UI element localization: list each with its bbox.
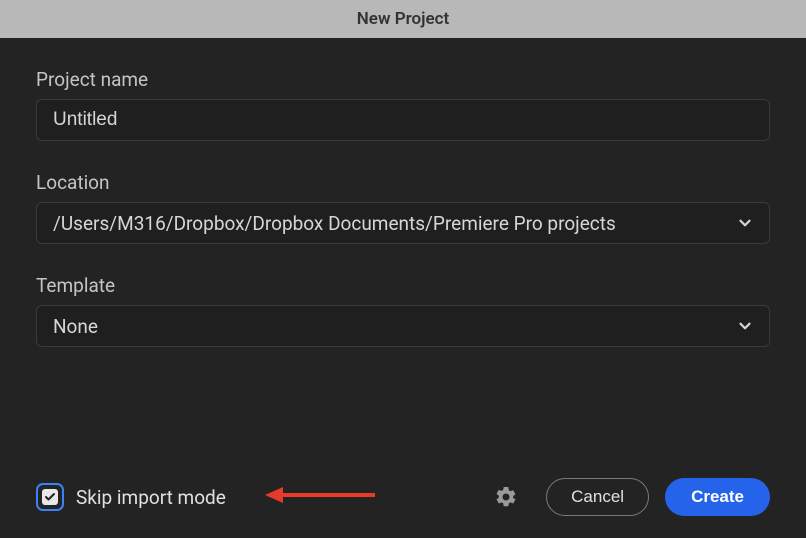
template-label: Template bbox=[36, 274, 770, 297]
template-group: Template None bbox=[36, 274, 770, 347]
project-name-group: Project name bbox=[36, 68, 770, 141]
checkbox-box bbox=[42, 489, 58, 505]
location-group: Location /Users/M316/Dropbox/Dropbox Doc… bbox=[36, 171, 770, 244]
location-label: Location bbox=[36, 171, 770, 194]
settings-button[interactable] bbox=[492, 483, 520, 511]
checkmark-icon bbox=[44, 491, 56, 503]
dialog-title: New Project bbox=[357, 9, 449, 29]
template-value: None bbox=[36, 305, 770, 347]
skip-import-label: Skip import mode bbox=[76, 486, 226, 509]
dialog-title-bar: New Project bbox=[0, 0, 806, 38]
checkbox-focus-ring bbox=[36, 483, 64, 511]
location-value: /Users/M316/Dropbox/Dropbox Documents/Pr… bbox=[36, 202, 770, 244]
project-name-label: Project name bbox=[36, 68, 770, 91]
template-select[interactable]: None bbox=[36, 305, 770, 347]
project-name-input[interactable] bbox=[36, 99, 770, 141]
gear-icon bbox=[494, 485, 518, 509]
cancel-button[interactable]: Cancel bbox=[546, 478, 649, 516]
dialog-footer: Skip import mode Cancel Create bbox=[36, 478, 770, 516]
dialog-content: Project name Location /Users/M316/Dropbo… bbox=[0, 38, 806, 347]
location-select[interactable]: /Users/M316/Dropbox/Dropbox Documents/Pr… bbox=[36, 202, 770, 244]
skip-import-checkbox[interactable]: Skip import mode bbox=[36, 483, 226, 511]
create-button[interactable]: Create bbox=[665, 478, 770, 516]
